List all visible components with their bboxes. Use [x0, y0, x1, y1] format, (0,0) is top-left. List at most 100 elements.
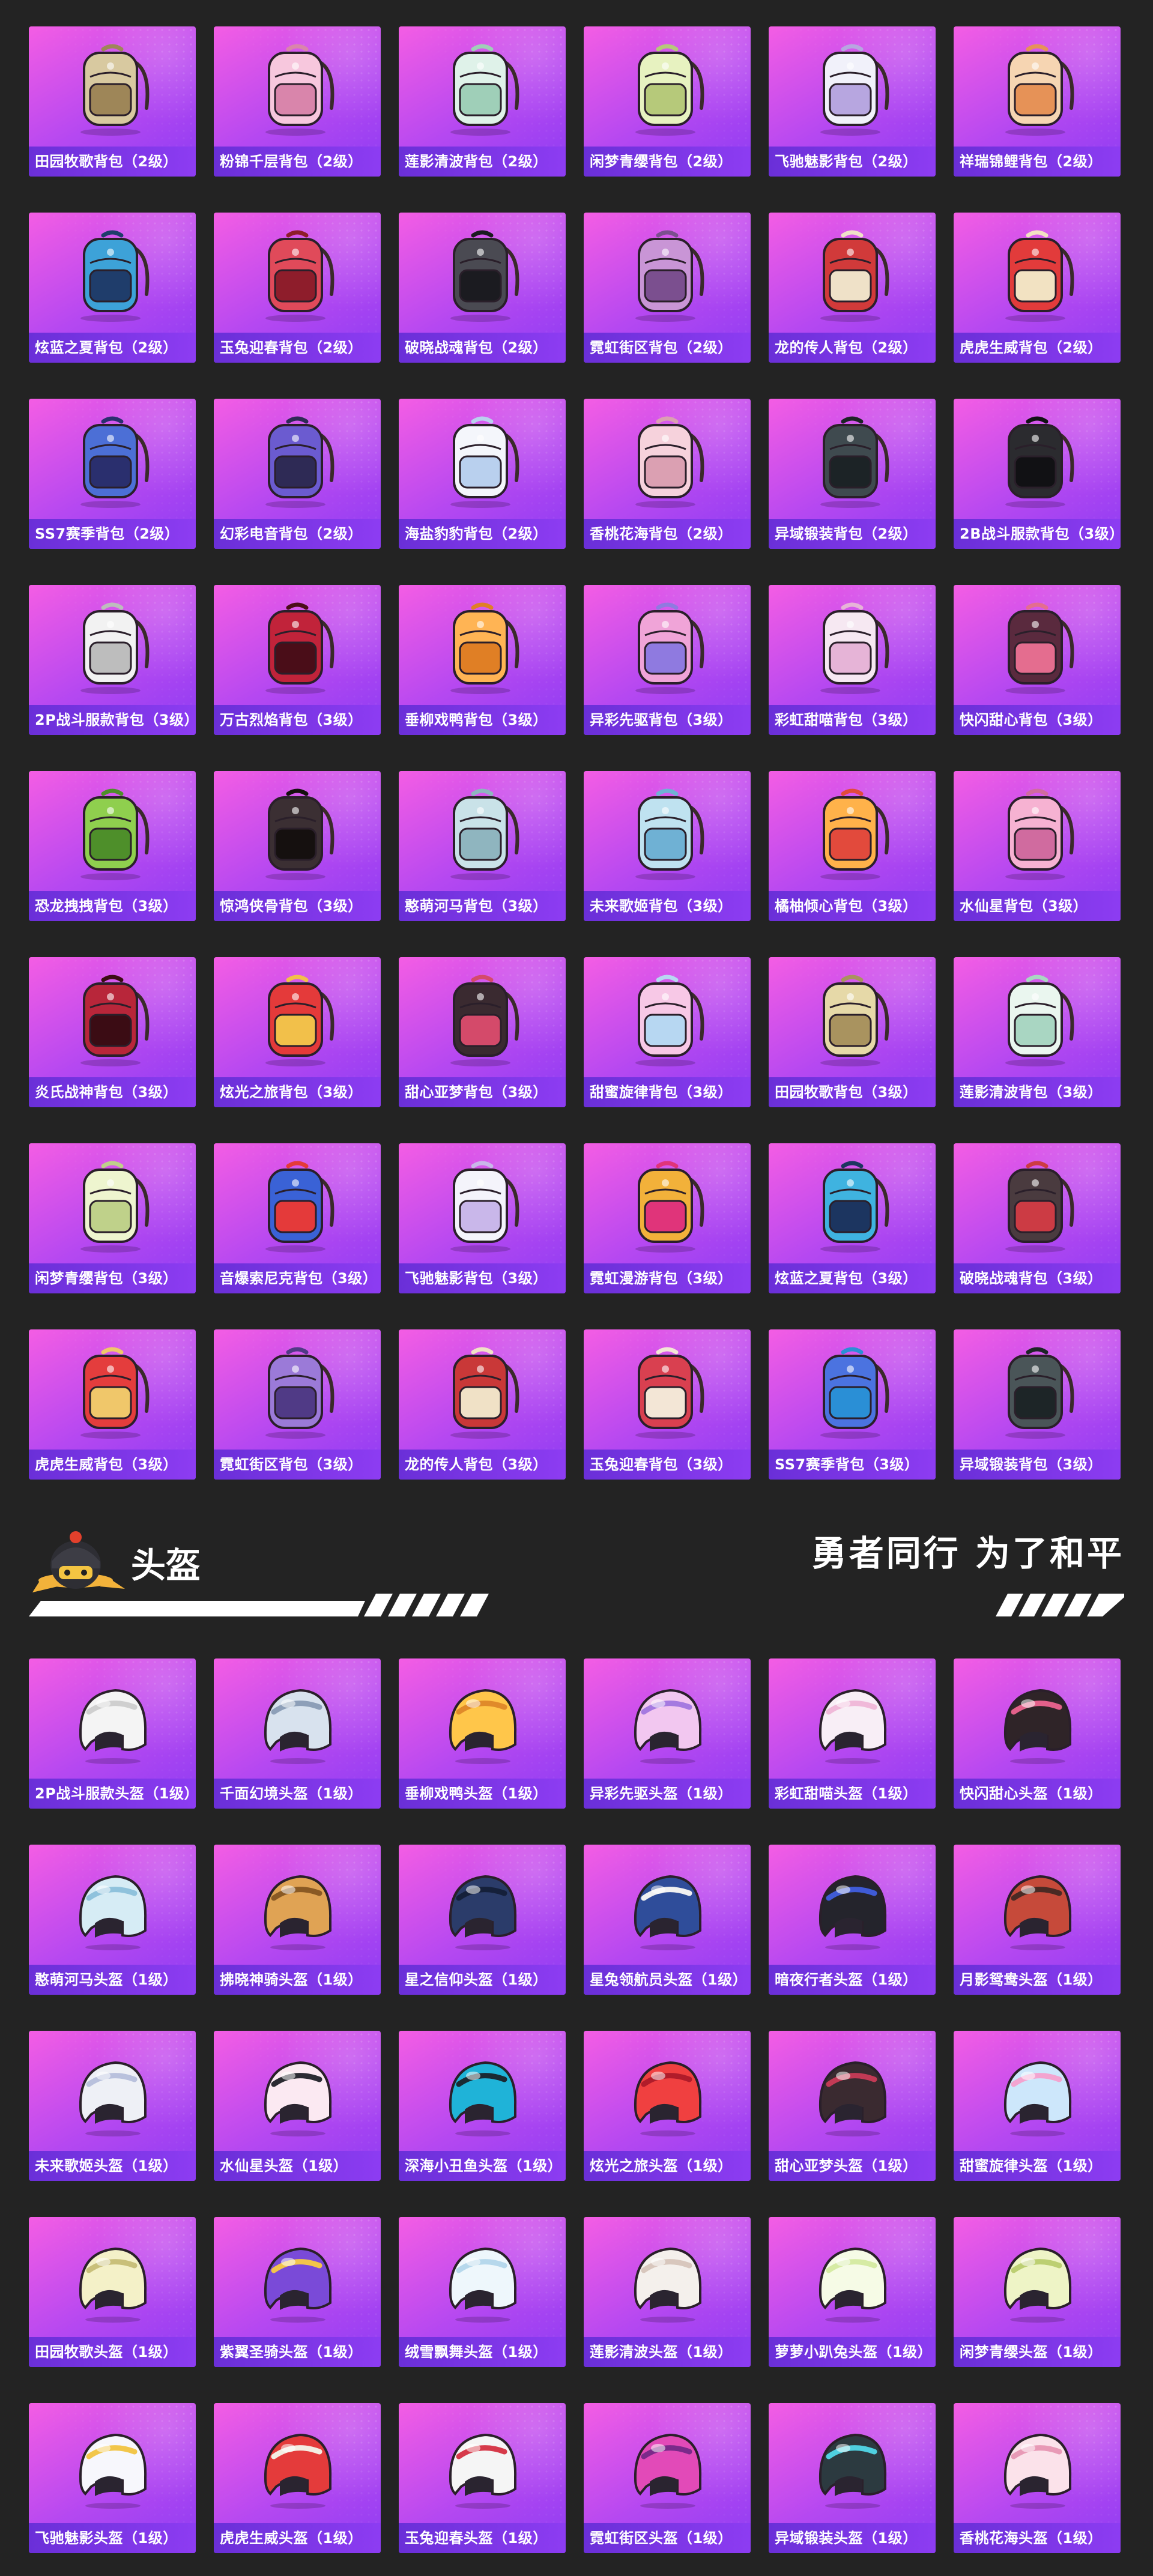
backpack-card[interactable]: 万古烈焰背包（3级） — [214, 585, 381, 735]
2b-backpack-icon — [954, 407, 1121, 518]
backpack-card[interactable]: 异彩先驱背包（3级） — [584, 585, 751, 735]
backpack-card[interactable]: 闲梦青缨背包（3级） — [29, 1143, 196, 1293]
helmet-card[interactable]: 萝萝小趴兔头盔（1级） — [769, 2217, 936, 2367]
backpack-card[interactable]: 橘柚倾心背包（3级） — [769, 771, 936, 921]
item-name-label: 幻彩电音背包（2级） — [214, 519, 381, 549]
backpack-card[interactable]: 莲影清波背包（3级） — [954, 957, 1121, 1107]
helmet-card[interactable]: 未来歌姬头盔（1级） — [29, 2031, 196, 2181]
backpack-card[interactable]: 霓虹街区背包（3级） — [214, 1329, 381, 1480]
backpack-card[interactable]: 2B战斗服款背包（3级） — [954, 399, 1121, 549]
backpack-card[interactable]: 炫光之旅背包（3级） — [214, 957, 381, 1107]
item-name-label: 未来歌姬头盔（1级） — [29, 2151, 196, 2181]
item-name-label: 异域锻装头盔（1级） — [769, 2523, 936, 2553]
helmet-card[interactable]: 星之信仰头盔（1级） — [399, 1845, 566, 1995]
backpack-card[interactable]: 2P战斗服款背包（3级） — [29, 585, 196, 735]
helmet-icon — [214, 2225, 381, 2336]
item-name-label: 霓虹街区背包（2级） — [584, 333, 751, 363]
backpack-card[interactable]: 粉锦千层背包（2级） — [214, 26, 381, 177]
backpack-card[interactable]: 惊鸿侠骨背包（3级） — [214, 771, 381, 921]
helmet-card[interactable]: 水仙星头盔（1级） — [214, 2031, 381, 2181]
backpack-card[interactable]: 玉兔迎春背包（2级） — [214, 213, 381, 363]
helmet-card[interactable]: 霓虹街区头盔（1级） — [584, 2403, 751, 2553]
helmet-card[interactable]: 香桃花海头盔（1级） — [954, 2403, 1121, 2553]
backpack-card[interactable]: 异域锻装背包（3级） — [954, 1329, 1121, 1480]
helmet-card[interactable]: 拂晓神骑头盔（1级） — [214, 1845, 381, 1995]
helmet-card[interactable]: 闲梦青缨头盔（1级） — [954, 2217, 1121, 2367]
helmet-icon — [769, 2225, 936, 2336]
backpack-card[interactable]: 田园牧歌背包（3级） — [769, 957, 936, 1107]
backpack-card[interactable]: 恐龙拽拽背包（3级） — [29, 771, 196, 921]
helmet-card[interactable]: 异域锻装头盔（1级） — [769, 2403, 936, 2553]
item-name-label: 快闪甜心背包（3级） — [954, 705, 1121, 735]
backpack-card[interactable]: 甜蜜旋律背包（3级） — [584, 957, 751, 1107]
backpack-card[interactable]: 飞驰魅影背包（2级） — [769, 26, 936, 177]
black-backpack-icon — [399, 221, 566, 331]
helmet-card[interactable]: 甜蜜旋律头盔（1级） — [954, 2031, 1121, 2181]
backpack-card[interactable]: 异域锻装背包（2级） — [769, 399, 936, 549]
helmet-card[interactable]: 憨萌河马头盔（1级） — [29, 1845, 196, 1995]
item-name-label: 炫蓝之夏背包（2级） — [29, 333, 196, 363]
backpack-card[interactable]: 祥瑞锦鲤背包（2级） — [954, 26, 1121, 177]
backpack-card[interactable]: 龙的传人背包（2级） — [769, 213, 936, 363]
item-name-label: 玉兔迎春头盔（1级） — [399, 2523, 566, 2553]
helmet-icon — [214, 1853, 381, 1964]
backpack-card[interactable]: 虎虎生威背包（3级） — [29, 1329, 196, 1480]
backpack-card[interactable]: 水仙星背包（3级） — [954, 771, 1121, 921]
backpack-card[interactable]: 甜心亚梦背包（3级） — [399, 957, 566, 1107]
black-backpack-icon — [954, 1152, 1121, 1262]
backpack-card[interactable]: 香桃花海背包（2级） — [584, 399, 751, 549]
backpack-card[interactable]: 田园牧歌背包（2级） — [29, 26, 196, 177]
section-title: 头盔 — [131, 1545, 201, 1586]
helmet-card[interactable]: 飞驰魅影头盔（1级） — [29, 2403, 196, 2553]
helmet-card[interactable]: 虎虎生威头盔（1级） — [214, 2403, 381, 2553]
helmet-card[interactable]: 月影鸳鸯头盔（1级） — [954, 1845, 1121, 1995]
tiger-backpack-icon — [954, 221, 1121, 331]
helmet-card[interactable]: 深海小丑鱼头盔（1级） — [399, 2031, 566, 2181]
helmet-card[interactable]: 紫翼圣骑头盔（1级） — [214, 2217, 381, 2367]
backpack-card[interactable]: 炫蓝之夏背包（3级） — [769, 1143, 936, 1293]
backpack-card[interactable]: 飞驰魅影背包（3级） — [399, 1143, 566, 1293]
item-name-label: 炫光之旅背包（3级） — [214, 1077, 381, 1107]
helmet-card[interactable]: 莲影清波头盔（1级） — [584, 2217, 751, 2367]
helmet-icon — [584, 2225, 751, 2336]
backpack-card[interactable]: 霓虹街区背包（2级） — [584, 213, 751, 363]
backpack-card[interactable]: 炎氏战神背包（3级） — [29, 957, 196, 1107]
backpack-card[interactable]: 快闪甜心背包（3级） — [954, 585, 1121, 735]
helmet-card[interactable]: 异彩先驱头盔（1级） — [584, 1658, 751, 1809]
item-name-label: 虎虎生威头盔（1级） — [214, 2523, 381, 2553]
helmet-card[interactable]: 垂柳戏鸭头盔（1级） — [399, 1658, 566, 1809]
backpack-card[interactable]: 幻彩电音背包（2级） — [214, 399, 381, 549]
backpack-card[interactable]: 破晓战魂背包（2级） — [399, 213, 566, 363]
backpack-card[interactable]: 虎虎生威背包（2级） — [954, 213, 1121, 363]
backpack-card[interactable]: 炫蓝之夏背包（2级） — [29, 213, 196, 363]
helmet-card[interactable]: 绒雪飘舞头盔（1级） — [399, 2217, 566, 2367]
exotic-backpack-icon — [769, 407, 936, 518]
helmet-card[interactable]: 2P战斗服款头盔（1级） — [29, 1658, 196, 1809]
helmet-card[interactable]: 甜心亚梦头盔（1级） — [769, 2031, 936, 2181]
backpack-card[interactable]: 莲影清波背包（2级） — [399, 26, 566, 177]
backpack-card[interactable]: SS7赛季背包（2级） — [29, 399, 196, 549]
backpack-card[interactable]: 音爆索尼克背包（3级） — [214, 1143, 381, 1293]
backpack-card[interactable]: 玉兔迎春背包（3级） — [584, 1329, 751, 1480]
helmet-card[interactable]: 千面幻境头盔（1级） — [214, 1658, 381, 1809]
helmet-card[interactable]: 玉兔迎春头盔（1级） — [399, 2403, 566, 2553]
item-name-label: 惊鸿侠骨背包（3级） — [214, 891, 381, 921]
helmet-card[interactable]: 暗夜行者头盔（1级） — [769, 1845, 936, 1995]
backpack-card[interactable]: 彩虹甜喵背包（3级） — [769, 585, 936, 735]
backpack-card[interactable]: 未来歌姬背包（3级） — [584, 771, 751, 921]
backpack-card[interactable]: 垂柳戏鸭背包（3级） — [399, 585, 566, 735]
helmet-card[interactable]: 田园牧歌头盔（1级） — [29, 2217, 196, 2367]
backpack-card[interactable]: SS7赛季背包（3级） — [769, 1329, 936, 1480]
backpack-card[interactable]: 海盐豹豹背包（2级） — [399, 399, 566, 549]
helmet-card[interactable]: 炫光之旅头盔（1级） — [584, 2031, 751, 2181]
backpack-card[interactable]: 霓虹漫游背包（3级） — [584, 1143, 751, 1293]
helmet-card[interactable]: 快闪甜心头盔（1级） — [954, 1658, 1121, 1809]
backpack-card[interactable]: 破晓战魂背包（3级） — [954, 1143, 1121, 1293]
backpack-card[interactable]: 憨萌河马背包（3级） — [399, 771, 566, 921]
helmet-icon — [29, 2225, 196, 2336]
helmet-card[interactable]: 星兔领航员头盔（1级） — [584, 1845, 751, 1995]
backpack-card[interactable]: 闲梦青缨背包（2级） — [584, 26, 751, 177]
helmet-card[interactable]: 彩虹甜喵头盔（1级） — [769, 1658, 936, 1809]
item-name-label: SS7赛季背包（3级） — [769, 1450, 936, 1480]
backpack-card[interactable]: 龙的传人背包（3级） — [399, 1329, 566, 1480]
